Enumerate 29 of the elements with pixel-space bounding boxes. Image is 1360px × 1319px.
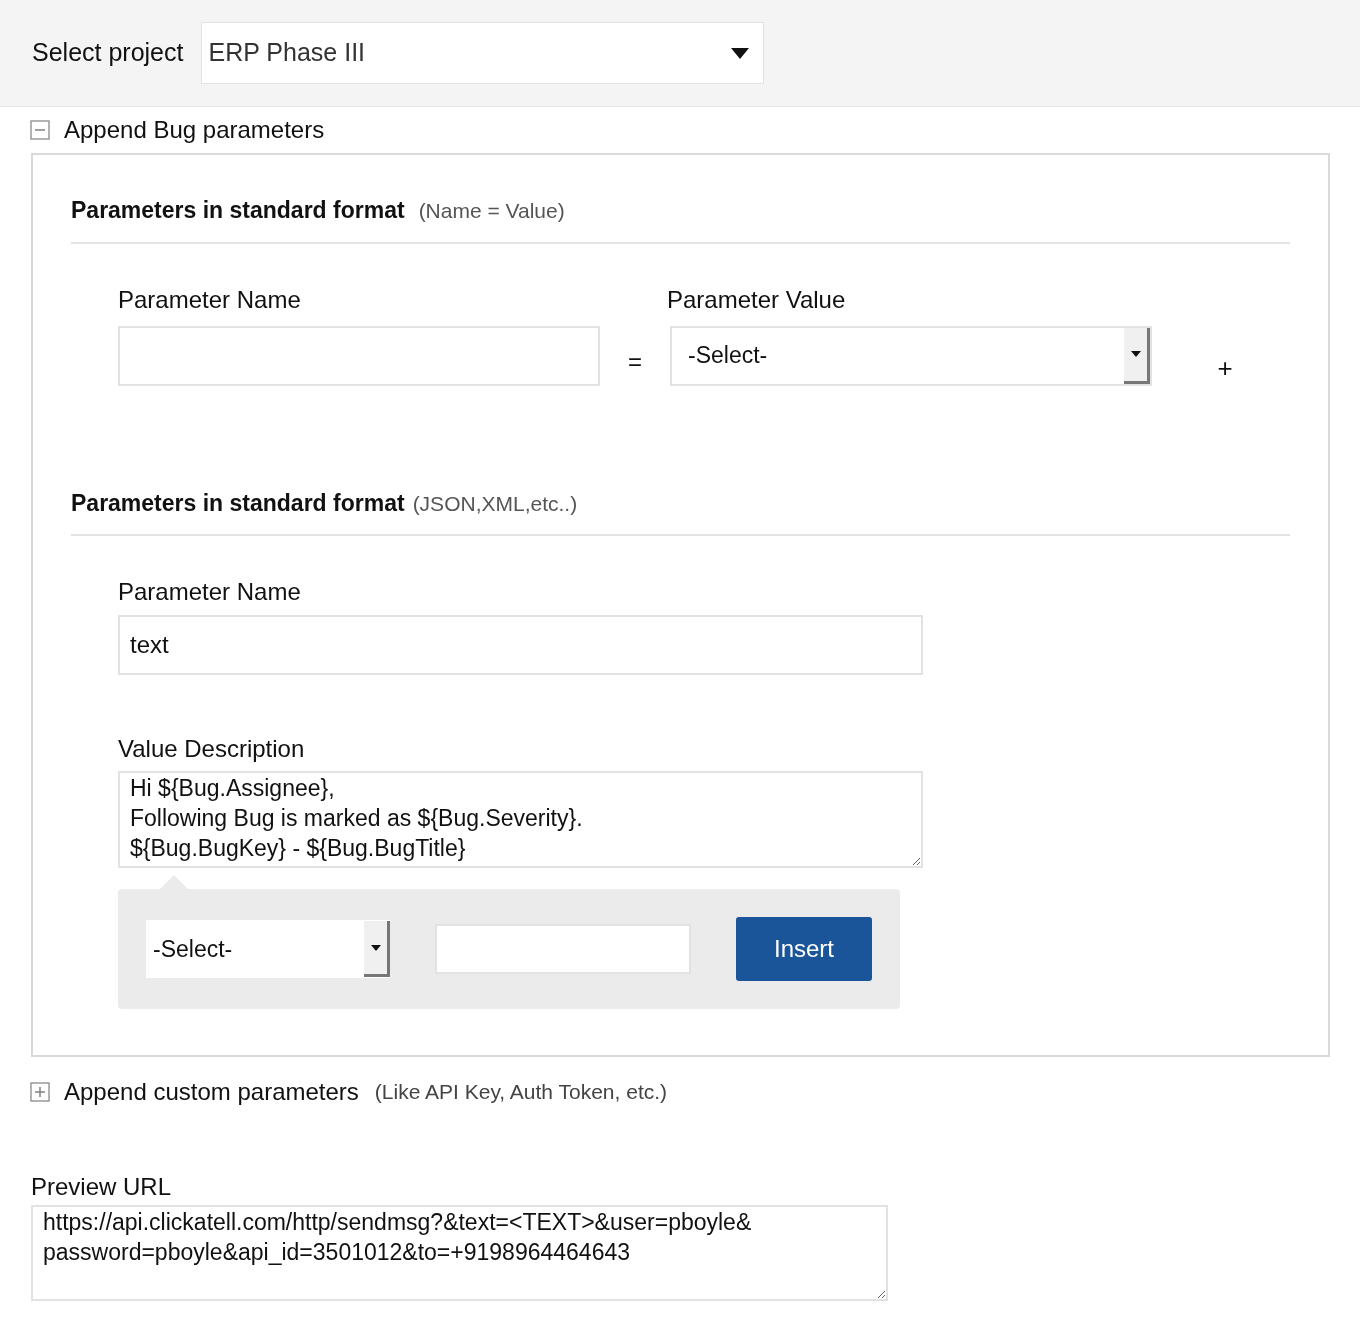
equals-sign: = bbox=[627, 346, 643, 377]
collapse-icon[interactable] bbox=[30, 120, 50, 140]
insert-button[interactable]: Insert bbox=[736, 917, 872, 981]
section-hint: (JSON,XML,etc..) bbox=[412, 490, 578, 517]
section-hint: (Like API Key, Auth Token, etc.) bbox=[374, 1079, 668, 1106]
expand-icon[interactable] bbox=[30, 1082, 50, 1102]
field-label: Parameter Name bbox=[118, 577, 302, 607]
parameter-name-field[interactable]: text bbox=[118, 615, 923, 675]
select-project-label: Select project bbox=[32, 37, 184, 69]
section-heading: Parameters in standard format bbox=[71, 196, 405, 225]
field-label: Preview URL bbox=[31, 1172, 173, 1202]
section-title: Append Bug parameters bbox=[64, 115, 325, 145]
variable-dropdown[interactable]: -Select- bbox=[146, 920, 390, 978]
field-label: Value Description bbox=[118, 734, 306, 764]
variable-field[interactable] bbox=[435, 924, 691, 974]
project-dropdown[interactable]: ERP Phase III bbox=[201, 22, 765, 84]
parameter-name-field[interactable] bbox=[118, 325, 600, 386]
section-title: Append custom parameters bbox=[64, 1077, 359, 1107]
dropdown-arrow-icon bbox=[731, 47, 750, 59]
field-label: Parameter Name bbox=[118, 284, 302, 315]
dropdown-arrow-icon bbox=[370, 944, 381, 951]
dropdown-arrow-icon bbox=[1130, 351, 1141, 357]
add-parameter-button[interactable]: + bbox=[1212, 349, 1238, 386]
parameter-value-dropdown[interactable]: -Select- bbox=[670, 325, 1152, 386]
field-label: Parameter Value bbox=[667, 284, 847, 315]
value-description-field[interactable]: Hi ${Bug.Assignee}, Following Bug is marked as ${Bug.Severity}. ${Bug.BugKey} - ${Bug.BugTitle} bbox=[118, 771, 923, 868]
section-hint: (Name = Value) bbox=[418, 198, 565, 224]
preview-url-field[interactable]: https://api.clickatell.com/http/sendmsg?&text=<TEXT>&user=pboyle& password=pboyle&api_id=3501012&to=+9198964464643 bbox=[31, 1205, 888, 1301]
section-heading: Parameters in standard format bbox=[71, 488, 405, 518]
